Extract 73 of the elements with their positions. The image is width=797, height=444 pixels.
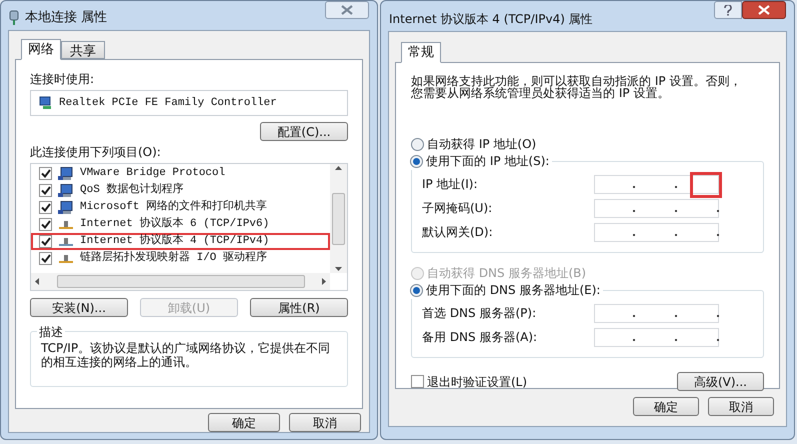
intro-text: 如果网络支持此功能，则可以获取自动指派的 IP 设置。否则，您需要从网络系统管理员处获得适当的 IP 设置。 bbox=[411, 75, 742, 99]
field-label: 默认网关(D): bbox=[422, 224, 493, 241]
button[interactable]: 确定 bbox=[208, 413, 280, 432]
item-label: Internet 协议版本 6 (TCP/IPv6) bbox=[80, 216, 270, 232]
button[interactable]: 高级(V)... bbox=[677, 372, 764, 391]
checkbox[interactable] bbox=[411, 375, 424, 388]
help-icon bbox=[724, 4, 732, 16]
highlight-box bbox=[690, 172, 722, 198]
item-label: QoS 数据包计划程序 bbox=[80, 182, 184, 198]
list-item[interactable]: 链路层拓扑发现映射器 I/O 驱动程序 bbox=[31, 250, 330, 268]
section-label: 此连接使用下列项目(O): bbox=[30, 144, 162, 162]
close-icon bbox=[341, 5, 353, 15]
tab[interactable]: 常规 bbox=[401, 42, 441, 63]
scroll-right-icon[interactable] bbox=[322, 278, 326, 286]
computer-icon bbox=[58, 200, 74, 215]
field-label: 首选 DNS 服务器(P): bbox=[422, 305, 536, 322]
close-button[interactable] bbox=[742, 1, 786, 19]
field-label: 备用 DNS 服务器(A): bbox=[422, 329, 538, 346]
window-title: 本地连接 属性 bbox=[25, 9, 108, 27]
list-item[interactable]: Internet 协议版本 6 (TCP/IPv6) bbox=[31, 216, 330, 234]
option-label: 自动获得 DNS 服务器地址(B) bbox=[427, 265, 586, 282]
computer-icon bbox=[58, 166, 74, 181]
list-item[interactable]: Internet 协议版本 4 (TCP/IPv4) bbox=[31, 233, 330, 250]
option-label: 使用下面的 IP 地址(S): bbox=[426, 153, 550, 170]
tab[interactable]: 共享 bbox=[61, 41, 105, 60]
button[interactable]: 配置(C)... bbox=[260, 122, 348, 142]
scroll-down-icon[interactable] bbox=[335, 267, 342, 272]
radio-button[interactable] bbox=[411, 138, 424, 150]
button[interactable]: 属性(R) bbox=[250, 298, 348, 318]
radio-button[interactable] bbox=[410, 154, 423, 168]
radio-button[interactable] bbox=[410, 284, 423, 296]
list-item[interactable]: VMware Bridge Protocol bbox=[31, 165, 330, 182]
field-label: IP 地址(I): bbox=[422, 176, 478, 193]
help-button[interactable] bbox=[714, 1, 742, 19]
ip-input-field[interactable] bbox=[594, 304, 719, 322]
radio-option[interactable]: 自动获得 IP 地址(O) bbox=[411, 135, 764, 153]
button[interactable]: 取消 bbox=[708, 397, 774, 416]
checkbox[interactable] bbox=[39, 218, 52, 232]
description-text: TCP/IP。该协议是默认的广域网络协议，它提供在不同的相互连接的网络上的通讯。 bbox=[41, 341, 332, 370]
network-adapter-icon bbox=[9, 10, 19, 26]
option-label: 自动获得 IP 地址(O) bbox=[427, 136, 536, 153]
ip-input-field[interactable] bbox=[594, 222, 719, 242]
tab[interactable]: 网络 bbox=[21, 39, 61, 60]
close-icon bbox=[758, 5, 770, 15]
scroll-left-icon[interactable] bbox=[35, 278, 39, 286]
item-label: 链路层拓扑发现映射器 I/O 驱动程序 bbox=[80, 250, 268, 266]
list-item[interactable]: QoS 数据包计划程序 bbox=[31, 182, 330, 200]
ip-input-field[interactable] bbox=[594, 328, 719, 346]
window-title: Internet 协议版本 4 (TCP/IPv4) 属性 bbox=[389, 11, 593, 28]
adapter-name: Realtek PCIe FE Family Controller bbox=[59, 96, 277, 111]
button[interactable]: 确定 bbox=[633, 397, 699, 416]
horizontal-scrollbar[interactable] bbox=[31, 273, 330, 290]
checkbox-option[interactable]: 退出时验证设置(L) bbox=[411, 372, 528, 390]
checkbox[interactable] bbox=[39, 184, 52, 198]
computer-icon bbox=[58, 184, 74, 198]
vertical-scrollbar[interactable] bbox=[330, 164, 347, 274]
list-item[interactable]: Microsoft 网络的文件和打印机共享 bbox=[31, 199, 330, 216]
button[interactable]: 安装(N)... bbox=[30, 298, 128, 318]
item-label: Microsoft 网络的文件和打印机共享 bbox=[80, 199, 268, 216]
network-computer-icon bbox=[39, 96, 53, 110]
checkbox[interactable] bbox=[39, 201, 52, 214]
option-label: 退出时验证设置(L) bbox=[427, 374, 528, 390]
checkbox[interactable] bbox=[39, 252, 52, 266]
scroll-up-icon[interactable] bbox=[335, 166, 342, 170]
checkbox[interactable] bbox=[39, 167, 52, 180]
field-label: 子网掩码(U): bbox=[422, 200, 492, 217]
button[interactable]: 取消 bbox=[289, 413, 361, 432]
section-label: 连接时使用: bbox=[30, 71, 96, 88]
checkbox[interactable] bbox=[39, 235, 52, 248]
radio-option[interactable]: 使用下面的 IP 地址(S): bbox=[410, 152, 552, 170]
item-label: VMware Bridge Protocol bbox=[80, 166, 226, 182]
item-label: Internet 协议版本 4 (TCP/IPv4) bbox=[80, 233, 270, 250]
ip-input-field[interactable] bbox=[594, 198, 719, 218]
